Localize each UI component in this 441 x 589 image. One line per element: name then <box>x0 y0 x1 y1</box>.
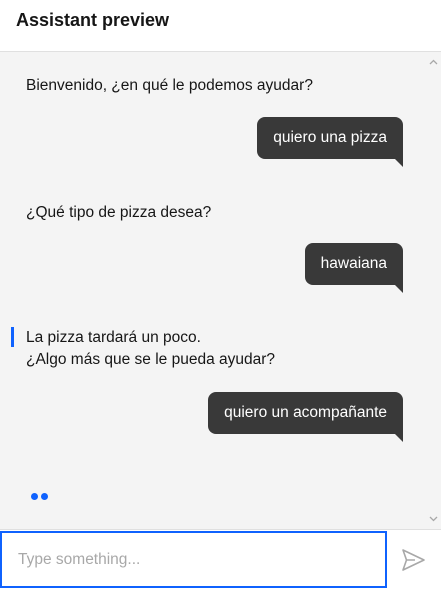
user-message: hawaiana <box>304 243 404 293</box>
bot-message-line-2: ¿Algo más que se le pueda ayudar? <box>26 351 276 368</box>
user-message-text: hawaiana <box>320 255 387 272</box>
message-input-container[interactable] <box>0 531 387 588</box>
chevron-up-icon[interactable] <box>429 58 438 67</box>
user-message: quiero una pizza <box>257 117 403 167</box>
bot-message: ¿Qué tipo de pizza desea? <box>26 202 211 224</box>
user-message-text: quiero un acompañante <box>224 404 387 421</box>
bot-message-text: ¿Qué tipo de pizza desea? <box>26 204 212 221</box>
chat-log[interactable]: Bienvenido, ¿en qué le podemos ayudar? q… <box>0 52 441 529</box>
bot-message-line-1: La pizza tardará un poco. <box>26 329 201 346</box>
bot-message-text: Bienvenido, ¿en qué le podemos ayudar? <box>26 77 313 94</box>
typing-dot <box>31 493 38 500</box>
header: Assistant preview <box>0 0 441 52</box>
scrollbar[interactable] <box>426 52 441 529</box>
send-icon <box>402 549 425 571</box>
typing-indicator <box>31 485 51 500</box>
user-message: quiero un acompañante <box>208 392 403 442</box>
composer <box>0 529 441 589</box>
page-title: Assistant preview <box>16 10 170 30</box>
send-button[interactable] <box>398 545 428 575</box>
user-message-text: quiero una pizza <box>273 129 387 146</box>
typing-dot <box>41 493 48 500</box>
bot-message: La pizza tardará un poco. ¿Algo más que … <box>26 327 275 371</box>
focus-indicator <box>11 327 14 347</box>
chevron-down-icon[interactable] <box>429 514 438 523</box>
bot-message: Bienvenido, ¿en qué le podemos ayudar? <box>26 75 313 97</box>
message-input[interactable] <box>16 545 370 575</box>
